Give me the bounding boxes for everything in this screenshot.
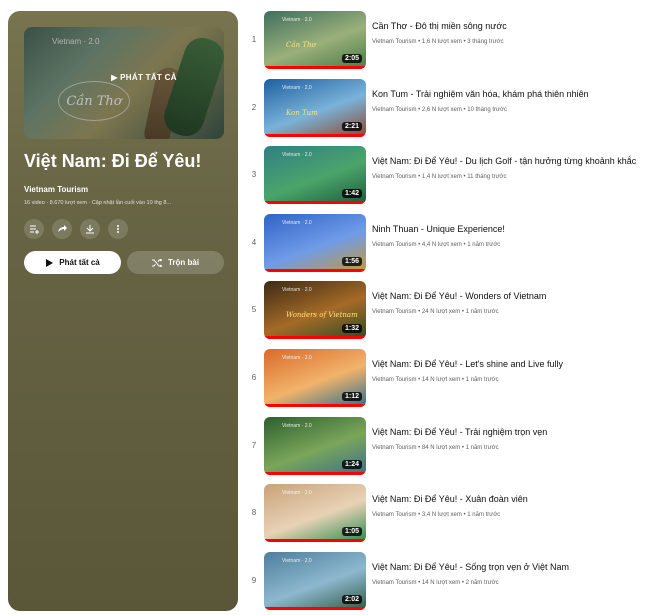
shuffle-button[interactable]: Trộn bài bbox=[127, 251, 224, 274]
thumbnail-brand: Vietnam · 2.0 bbox=[282, 17, 312, 23]
watched-progress-bar bbox=[264, 471, 366, 475]
video-row[interactable]: 9 Vietnam · 2.0 2:02 Việt Nam: Đi Để Yêu! -… bbox=[244, 551, 667, 614]
video-row[interactable]: 2 Vietnam · 2.0 Kon Tum 2:21 Kon Tum - Trải … bbox=[244, 78, 667, 141]
play-icon bbox=[46, 258, 54, 267]
playlist-actions bbox=[24, 219, 128, 239]
download-icon[interactable] bbox=[80, 219, 100, 239]
video-index: 1 bbox=[251, 35, 257, 44]
video-row[interactable]: 4 Vietnam · 2.0 1:56 Ninh Thuan - Unique Ex… bbox=[244, 213, 667, 276]
video-title[interactable]: Cần Thơ - Đô thị miền sông nước bbox=[372, 21, 507, 31]
video-index: 2 bbox=[251, 102, 257, 112]
playlist-buttons: Phát tất cả Trộn bài bbox=[24, 251, 224, 274]
watched-progress-bar bbox=[264, 201, 366, 205]
video-duration: 1:32 bbox=[341, 324, 362, 334]
video-duration: 2:05 bbox=[341, 54, 362, 63]
add-to-queue-icon[interactable] bbox=[24, 219, 44, 239]
video-duration: 1:05 bbox=[341, 527, 362, 537]
video-index: 5 bbox=[251, 305, 257, 315]
video-title[interactable]: Việt Nam: Đi Để Yêu! - Trải nghiệm trọn … bbox=[372, 427, 547, 437]
watched-progress-bar bbox=[264, 336, 366, 340]
video-row[interactable]: 8 Vietnam · 2.0 1:05 Việt Nam: Đi Để Yêu! -… bbox=[244, 484, 667, 546]
thumbnail-brand: Vietnam · 2.0 bbox=[282, 490, 312, 497]
video-row[interactable]: 5 Vietnam · 2.0 Wonders of Vietnam 1:32 Việt… bbox=[244, 281, 667, 343]
video-row[interactable]: 7 Vietnam · 2.0 1:24 Việt Nam: Đi Để Yêu! -… bbox=[244, 416, 667, 479]
thumbnail-brand: Vietnam · 2.0 bbox=[282, 287, 312, 294]
video-title[interactable]: Kon Tum - Trải nghiệm văn hóa, khám phá … bbox=[372, 89, 589, 99]
watched-progress-bar bbox=[264, 133, 366, 137]
watched-progress-bar bbox=[264, 539, 366, 543]
video-thumbnail[interactable]: Vietnam · 2.0 1:24 bbox=[264, 416, 366, 475]
video-duration: 1:56 bbox=[341, 256, 362, 266]
watched-progress-bar bbox=[264, 606, 366, 610]
video-title[interactable]: Việt Nam: Đi Để Yêu! - Du lịch Golf - tậ… bbox=[372, 156, 636, 166]
shuffle-label: Trộn bài bbox=[167, 258, 200, 267]
video-thumbnail[interactable]: Vietnam · 2.0 1:05 bbox=[264, 484, 366, 543]
video-meta: Vietnam Tourism • 1,4 N lượt xem • 11 th… bbox=[372, 174, 507, 181]
video-thumbnail[interactable]: Vietnam · 2.0 Cần Thơ 2:05 bbox=[264, 11, 366, 69]
watched-progress-bar bbox=[264, 404, 366, 407]
playlist-panel: Vietnam · 2.0 Cần Thơ ▶ PHÁT TẤT CẢ Việt… bbox=[8, 11, 238, 611]
video-row[interactable]: 6 Vietnam · 2.0 1:12 Việt Nam: Đi Để Yêu! -… bbox=[244, 349, 667, 411]
video-thumbnail[interactable]: Vietnam · 2.0 1:12 bbox=[264, 349, 366, 407]
video-duration: 1:42 bbox=[341, 189, 362, 199]
thumbnail-brand: Vietnam · 2.0 bbox=[282, 152, 312, 159]
video-index: 6 bbox=[251, 373, 257, 382]
playlist-meta: 16 video · 8.670 lượt xem · Cập nhật lần… bbox=[24, 200, 172, 206]
video-title[interactable]: Việt Nam: Đi Để Yêu! - Let's shine and L… bbox=[372, 359, 563, 369]
video-meta: Vietnam Tourism • 3,4 N lượt xem • 1 năm… bbox=[372, 512, 501, 519]
video-duration: 2:21 bbox=[341, 121, 362, 131]
video-index: 3 bbox=[251, 170, 257, 180]
video-meta: Vietnam Tourism • 2,6 N lượt xem • 10 th… bbox=[372, 106, 507, 113]
video-index: 9 bbox=[251, 575, 257, 585]
video-meta: Vietnam Tourism • 24 N lượt xem • 1 năm … bbox=[372, 309, 499, 316]
shuffle-icon bbox=[151, 258, 162, 267]
watched-progress-bar bbox=[264, 268, 366, 272]
thumbnail-caption: Wonders of Vietnam bbox=[286, 311, 358, 320]
play-all-overlay-label: ▶ PHÁT TẤT CẢ bbox=[111, 72, 177, 82]
playlist-title: Việt Nam: Đi Để Yêu! bbox=[24, 151, 202, 171]
thumbnail-caption: Kon Tum bbox=[286, 108, 318, 117]
more-icon[interactable] bbox=[108, 219, 128, 239]
video-meta: Vietnam Tourism • 1,6 N lượt xem • 3 thá… bbox=[372, 39, 504, 45]
play-all-button[interactable]: Phát tất cả bbox=[24, 251, 121, 274]
share-icon[interactable] bbox=[52, 219, 72, 239]
video-meta: Vietnam Tourism • 4,4 N lượt xem • 1 năm… bbox=[372, 241, 501, 248]
video-meta: Vietnam Tourism • 84 N lượt xem • 1 năm … bbox=[372, 444, 499, 451]
video-title[interactable]: Ninh Thuan - Unique Experience! bbox=[372, 224, 505, 234]
video-duration: 2:02 bbox=[341, 594, 362, 604]
video-index: 7 bbox=[251, 440, 257, 450]
watched-progress-bar bbox=[264, 66, 366, 69]
video-title[interactable]: Việt Nam: Đi Để Yêu! - Xuân đoàn viên bbox=[372, 494, 528, 504]
play-all-label: Phát tất cả bbox=[59, 258, 100, 267]
play-all-overlay[interactable]: ▶ PHÁT TẤT CẢ bbox=[24, 27, 224, 139]
video-thumbnail[interactable]: Vietnam · 2.0 Wonders of Vietnam 1:32 bbox=[264, 281, 366, 340]
video-thumbnail[interactable]: Vietnam · 2.0 1:56 bbox=[264, 213, 366, 272]
video-index: 8 bbox=[251, 508, 257, 518]
video-title[interactable]: Việt Nam: Đi Để Yêu! - Sống trọn vẹn ở V… bbox=[372, 562, 569, 572]
thumbnail-brand: Vietnam · 2.0 bbox=[282, 422, 312, 429]
playlist-thumbnail[interactable]: Vietnam · 2.0 Cần Thơ ▶ PHÁT TẤT CẢ bbox=[24, 27, 224, 139]
video-thumbnail[interactable]: Vietnam · 2.0 1:42 bbox=[264, 146, 366, 205]
video-row[interactable]: 1 Vietnam · 2.0 Cần Thơ 2:05 Cần Thơ - Đô th… bbox=[244, 11, 667, 73]
channel-name[interactable]: Vietnam Tourism bbox=[24, 185, 88, 194]
thumbnail-brand: Vietnam · 2.0 bbox=[282, 557, 312, 564]
thumbnail-brand: Vietnam · 2.0 bbox=[282, 84, 312, 91]
thumbnail-caption: Cần Thơ bbox=[286, 41, 316, 49]
video-meta: Vietnam Tourism • 14 N lượt xem • 2 năm … bbox=[372, 579, 499, 586]
video-thumbnail[interactable]: Vietnam · 2.0 Kon Tum 2:21 bbox=[264, 78, 366, 137]
video-row[interactable]: 3 Vietnam · 2.0 1:42 Việt Nam: Đi Để Yêu! -… bbox=[244, 146, 667, 208]
video-duration: 1:24 bbox=[341, 459, 362, 469]
thumbnail-brand: Vietnam · 2.0 bbox=[282, 219, 312, 226]
video-meta: Vietnam Tourism • 14 N lượt xem • 1 năm … bbox=[372, 377, 499, 383]
video-title[interactable]: Việt Nam: Đi Để Yêu! - Wonders of Vietna… bbox=[372, 291, 546, 301]
thumbnail-brand: Vietnam · 2.0 bbox=[282, 355, 312, 361]
video-index: 4 bbox=[251, 237, 257, 247]
video-duration: 1:12 bbox=[341, 392, 362, 401]
video-thumbnail[interactable]: Vietnam · 2.0 2:02 bbox=[264, 551, 366, 610]
